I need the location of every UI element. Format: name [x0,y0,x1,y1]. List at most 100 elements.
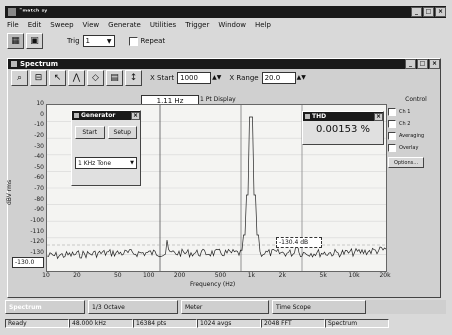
y-tick-label: -120 [30,238,44,246]
trig-label: Trig [67,37,80,45]
xrange-input[interactable]: 20.0 [261,71,296,84]
status-cell: 1024 avgs [197,319,261,328]
thd-close-button[interactable]: × [374,112,383,121]
menu-window[interactable]: Window [218,21,246,29]
minimized-meter[interactable]: Meter [181,300,269,314]
menu-generate[interactable]: Generate [108,21,141,29]
menu-utilities[interactable]: Utilities [150,21,176,29]
control-options-button[interactable]: Options... [388,157,424,168]
peak-icon[interactable]: ⋀ [68,69,85,86]
x-tick-label: 500 [214,272,227,279]
analyzer-icon[interactable]: ▦ [7,33,24,49]
status-cell: 16384 pts [133,319,197,328]
generator-start-button[interactable]: Start [75,126,105,139]
status-cell-text: 1024 avgs [200,320,232,327]
xstart-spin-icon[interactable]: ▲▼ [212,74,221,81]
control-item: Ch 1 [388,108,436,116]
reference-level-box[interactable]: -130.0 [12,257,44,268]
y-tick-label: 10 [36,100,44,107]
control-options-label: Options... [393,159,419,166]
minimized-time-scope[interactable]: Time Scope [272,300,366,314]
scale-icon[interactable]: ▤ [106,69,123,86]
xstart-value: 1000 [180,73,198,82]
xrange-spin-icon[interactable]: ▲▼ [297,74,306,81]
cursor-mode-label: 1 Pt Display [200,96,236,103]
control-item-label: Ch 2 [399,121,411,127]
minimize-button[interactable]: _ [411,7,422,17]
zoom-out-icon[interactable]: ⊟ [30,69,47,86]
main-toolbar: ▦ ▣ Trig 1 ▼ Repeat [7,32,441,50]
generator-title-bar: Generator × [72,111,140,120]
generator-setup-label: Setup [113,129,131,136]
autoscale-icon[interactable]: ↕ [125,69,142,86]
minimized-time-scope-label: Time Scope [276,303,311,311]
generator-preset-chevron-down-icon[interactable]: ▼ [130,160,134,166]
close-button[interactable]: × [435,7,446,17]
status-cell: Spectrum [325,319,389,328]
y-tick-label: -90 [34,206,44,214]
status-cell: Ready [5,319,69,328]
x-tick-label: 200 [173,272,186,279]
spectrum-close-button[interactable]: × [429,59,440,69]
generator-button-row: Start Setup [72,120,140,139]
xstart-input[interactable]: 1000 [177,71,212,84]
minimized-meter-label: Meter [185,303,203,311]
y-tick-label: -100 [30,216,44,224]
minimized-octave[interactable]: 1/3 Octave [88,300,178,314]
app-icon[interactable] [8,8,16,16]
spectrum-toolbar: ⌕ ⊟ ↖ ⋀ ◇ ▤ ↕ X Start 1000 ▲▼ X Range 20… [8,69,440,86]
y-axis-label: dBV rms [6,179,13,205]
control-checkbox[interactable] [388,132,396,140]
y-tick-label: -60 [34,174,44,182]
status-cell-text: Ready [8,320,27,327]
generator-start-label: Start [82,129,98,136]
y-tick-label: -30 [34,142,44,150]
status-cell: 48.000 kHz [69,319,133,328]
y-tick-label: 0 [40,110,44,118]
generator-preset-select[interactable]: 1 KHz Tone ▼ [75,157,137,169]
xrange-label: X Range [229,73,259,82]
chevron-down-icon[interactable]: ▼ [107,38,112,45]
x-axis-label: Frequency (Hz) [190,281,236,288]
menu-view[interactable]: View [83,21,100,29]
trigger-combo[interactable]: 1 ▼ [82,35,115,47]
thd-unit: % [360,124,371,135]
app-title-bar: ˉᵐᵃᵗᶜʰ ˢʸ _ □ × [5,6,446,18]
control-item: Averaging [388,132,436,140]
minimized-spectrum[interactable]: Spectrum [5,300,85,314]
trigger-combo-value: 1 [85,37,90,45]
zoom-icon[interactable]: ⌕ [11,69,28,86]
menu-sweep[interactable]: Sweep [50,21,73,29]
menu-edit[interactable]: Edit [28,21,42,29]
generator-preset-value: 1 KHz Tone [78,159,112,167]
generator-close-button[interactable]: × [131,111,140,120]
x-tick-label: 20k [379,272,391,279]
generator-icon[interactable]: ▣ [26,33,43,49]
control-checkbox[interactable] [388,108,396,116]
control-item-label: Averaging [399,133,425,139]
thd-panel-icon[interactable] [305,114,310,119]
repeat-checkbox[interactable] [128,36,138,46]
maximize-button[interactable]: □ [423,7,434,17]
menu-bar: File Edit Sweep View Generate Utilities … [7,20,437,30]
x-tick-label: 1k [247,272,256,279]
x-tick-label: 5k [319,272,327,279]
app-title: ˉᵐᵃᵗᶜʰ ˢʸ [19,8,48,16]
spectrum-minimize-button[interactable]: _ [405,59,416,69]
spectrum-maximize-button[interactable]: □ [417,59,428,69]
menu-file[interactable]: File [7,21,19,29]
generator-setup-button[interactable]: Setup [107,126,137,139]
x-tick-label: 50 [113,272,122,279]
status-cell-text: 2048 FFT [264,320,292,327]
y-tick-label: -20 [34,131,44,139]
spectrum-window-icon[interactable] [11,61,17,67]
cursor-icon[interactable]: ↖ [49,69,66,86]
control-checkbox[interactable] [388,144,396,152]
generator-panel: Generator × Start Setup 1 KHz Tone ▼ [71,110,141,186]
marker-icon[interactable]: ◇ [87,69,104,86]
control-checkbox[interactable] [388,120,396,128]
menu-help[interactable]: Help [255,21,271,29]
thd-title-bar: THD × [303,112,383,121]
menu-trigger[interactable]: Trigger [185,21,209,29]
generator-panel-icon[interactable] [74,113,79,118]
